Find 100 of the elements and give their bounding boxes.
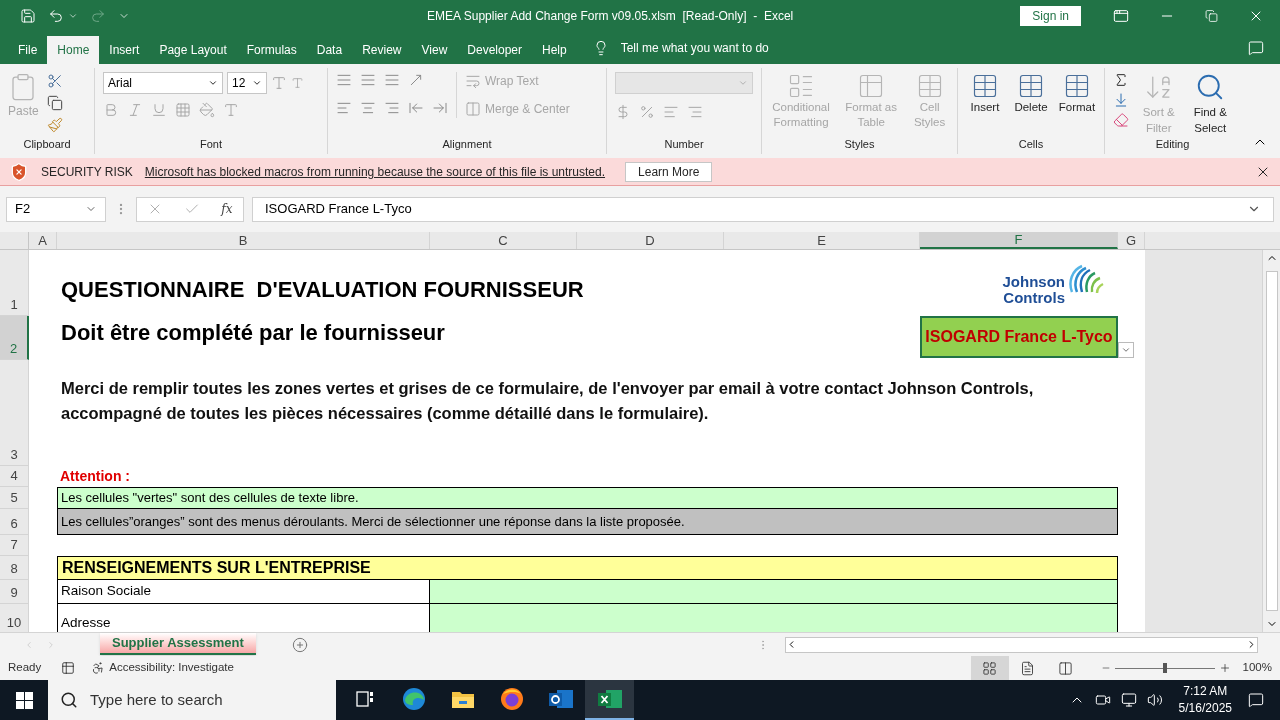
name-box[interactable]: F2: [6, 196, 106, 222]
font-size-field[interactable]: 12: [227, 72, 267, 94]
sheet-tab[interactable]: Supplier Assessment: [100, 632, 256, 655]
ribbon-button[interactable]: Insert: [966, 72, 1004, 115]
row-header[interactable]: 2: [0, 316, 29, 360]
row-header[interactable]: 3: [0, 360, 29, 466]
insert-function-button[interactable]: fx: [221, 200, 233, 218]
row-header[interactable]: 8: [0, 556, 29, 580]
browser-icon[interactable]: [498, 686, 525, 712]
mail-app-icon[interactable]: [547, 687, 574, 711]
row-header[interactable]: 7: [0, 535, 29, 556]
row-header[interactable]: 5: [0, 487, 29, 509]
ribbon-tab[interactable]: Page Layout: [149, 36, 237, 64]
orientation-icon[interactable]: [408, 72, 424, 88]
camera-icon[interactable]: [1094, 692, 1111, 708]
align-right-icon[interactable]: [384, 100, 400, 116]
group-label: Font: [200, 136, 222, 152]
ribbon-tab[interactable]: Review: [352, 36, 412, 64]
sign-in-button[interactable]: Sign in: [1020, 6, 1081, 26]
accessibility-status[interactable]: Accessibility: Investigate: [109, 659, 234, 677]
redo-icon[interactable]: [90, 8, 106, 24]
eraser-icon[interactable]: [1113, 112, 1129, 128]
save-icon[interactable]: [20, 8, 36, 24]
column-header[interactable]: C: [430, 232, 577, 249]
font-grow-icon[interactable]: [271, 75, 287, 91]
column-header[interactable]: B: [57, 232, 430, 249]
fill-color-icon[interactable]: [199, 102, 215, 118]
restore-icon[interactable]: [1205, 8, 1218, 24]
undo-icon[interactable]: [48, 8, 64, 24]
macro-record-icon[interactable]: [61, 660, 76, 676]
taskbar-search-field[interactable]: Type here to search: [48, 680, 336, 720]
row-header[interactable]: 6: [0, 509, 29, 535]
vertical-scrollbar[interactable]: [1262, 250, 1280, 632]
format-painter-icon[interactable]: [46, 117, 63, 133]
column-header[interactable]: F: [920, 232, 1118, 249]
align-left-icon[interactable]: [336, 100, 352, 116]
sum-icon[interactable]: [1113, 72, 1129, 88]
volume-icon[interactable]: [1146, 692, 1163, 708]
ribbon-tab[interactable]: Formulas: [236, 36, 307, 64]
bold-icon[interactable]: [103, 102, 119, 118]
field-label: Raison Sociale: [57, 580, 430, 604]
ribbon-button[interactable]: Delete: [1012, 72, 1050, 115]
align-middle-icon[interactable]: [360, 72, 376, 88]
accessibility-icon[interactable]: [91, 660, 106, 676]
horizontal-scrollbar[interactable]: [785, 636, 1258, 653]
row-header[interactable]: 4: [0, 466, 29, 487]
font-color-icon[interactable]: [223, 102, 239, 118]
add-sheet-icon[interactable]: [291, 636, 308, 653]
start-icon[interactable]: [15, 691, 33, 709]
number-format-field[interactable]: [615, 72, 753, 94]
font-shrink-icon[interactable]: [291, 75, 304, 91]
currency-icon[interactable]: [615, 104, 631, 120]
row-header[interactable]: 1: [0, 250, 29, 316]
font-name-field[interactable]: Arial: [103, 72, 223, 94]
spreadsheet-app-icon[interactable]: [596, 687, 623, 711]
ribbon-tab[interactable]: File: [8, 36, 48, 64]
ribbon-tab[interactable]: Help: [532, 36, 577, 64]
italic-icon[interactable]: [127, 102, 143, 118]
notifications-icon[interactable]: [1248, 692, 1264, 708]
zoom-level[interactable]: 100%: [1242, 659, 1272, 677]
attention-label: Attention :: [60, 467, 130, 486]
formula-input[interactable]: ISOGARD France L-Tyco: [252, 196, 1274, 222]
browser-icon[interactable]: [400, 686, 427, 712]
ribbon-tab[interactable]: Developer: [457, 36, 532, 64]
task-view-icon[interactable]: [354, 689, 375, 709]
tell-me-field[interactable]: Tell me what you want to do: [620, 39, 769, 57]
column-header[interactable]: A: [29, 232, 57, 249]
ribbon-tab[interactable]: Home: [47, 36, 100, 64]
underline-icon[interactable]: [151, 102, 167, 118]
zoom-slider-thumb[interactable]: [1162, 663, 1167, 673]
view-button[interactable]: [970, 656, 1009, 680]
learn-more-button[interactable]: Learn More: [625, 161, 713, 182]
ribbon-tab[interactable]: View: [411, 36, 458, 64]
ribbon-button[interactable]: Format: [1058, 72, 1096, 115]
ribbon-tab[interactable]: Data: [306, 36, 353, 64]
input-field[interactable]: [430, 604, 1118, 632]
align-top-icon[interactable]: [336, 72, 352, 88]
ribbon-display-icon[interactable]: [1113, 8, 1129, 24]
wrap-text-icon: [465, 73, 481, 89]
row-header[interactable]: 9: [0, 580, 29, 604]
ribbon-button[interactable]: Find & Select: [1188, 72, 1232, 134]
align-center-icon[interactable]: [360, 100, 376, 116]
input-field[interactable]: [430, 580, 1118, 604]
row-header[interactable]: 10: [0, 604, 29, 632]
comments-icon[interactable]: [1248, 40, 1264, 56]
active-cell[interactable]: ISOGARD France L-Tyco: [920, 316, 1118, 358]
taskbar-button[interactable]: [585, 680, 634, 720]
cut-icon[interactable]: [46, 73, 63, 89]
network-icon[interactable]: [1120, 692, 1137, 708]
copy-icon[interactable]: [46, 95, 63, 111]
align-bottom-icon[interactable]: [384, 72, 400, 88]
group-label: Styles: [844, 136, 875, 152]
ribbon-tab[interactable]: Insert: [99, 36, 150, 64]
borders-icon[interactable]: [175, 102, 191, 118]
column-header[interactable]: D: [577, 232, 724, 249]
increase-indent-icon[interactable]: [432, 100, 448, 116]
security-message-link[interactable]: Microsoft has blocked macros from running because the source of this file is untrusted.: [144, 162, 606, 181]
decrease-indent-icon[interactable]: [408, 100, 424, 116]
percent-icon[interactable]: [639, 104, 655, 120]
dropdown-button[interactable]: [1118, 342, 1134, 358]
